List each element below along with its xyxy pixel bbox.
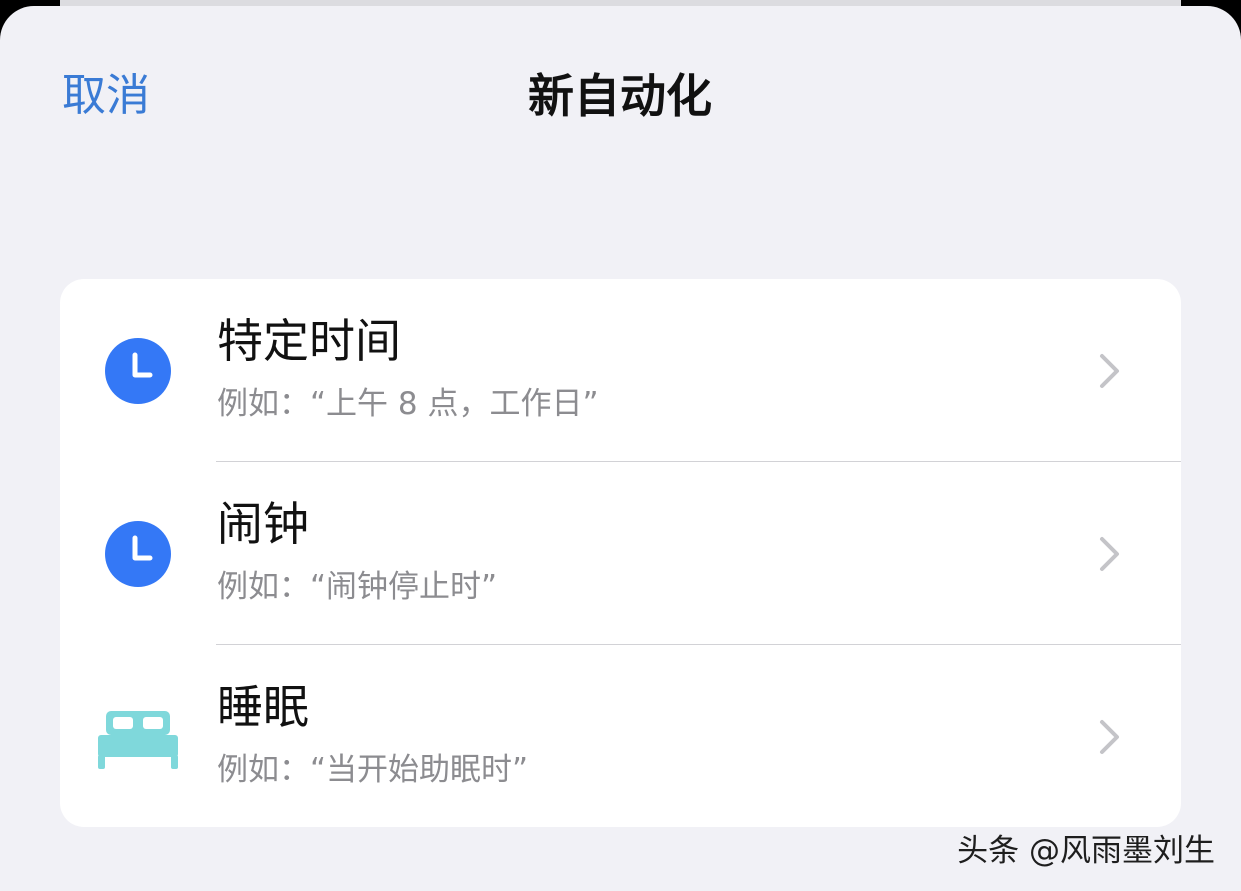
bed-icon bbox=[98, 711, 178, 769]
screen: 取消 新自动化 特定时间 例如：“上午 8 点，工作日” 闹钟 例如：“闹钟停止… bbox=[0, 0, 1241, 891]
list-item-title: 睡眠 bbox=[217, 680, 309, 734]
watermark: 头条 @风雨墨刘生 bbox=[957, 833, 1215, 869]
list-item-subtitle: 例如：“上午 8 点，工作日” bbox=[217, 386, 599, 422]
list-item-title: 特定时间 bbox=[217, 314, 401, 368]
clock-icon bbox=[105, 338, 171, 404]
list-item-subtitle: 例如：“当开始助眠时” bbox=[217, 752, 529, 788]
list-item-sleep[interactable]: 睡眠 例如：“当开始助眠时” bbox=[60, 645, 1181, 827]
trigger-list: 特定时间 例如：“上午 8 点，工作日” 闹钟 例如：“闹钟停止时” 睡眠 例如… bbox=[60, 279, 1181, 827]
list-item-alarm[interactable]: 闹钟 例如：“闹钟停止时” bbox=[60, 462, 1181, 644]
list-item-subtitle: 例如：“闹钟停止时” bbox=[217, 569, 498, 605]
page-title: 新自动化 bbox=[528, 69, 712, 123]
cancel-button[interactable]: 取消 bbox=[62, 64, 150, 128]
chevron-right-icon bbox=[1100, 720, 1119, 754]
chevron-right-icon bbox=[1100, 354, 1119, 388]
list-item-title: 闹钟 bbox=[217, 497, 309, 551]
clock-icon bbox=[105, 521, 171, 587]
chevron-right-icon bbox=[1100, 537, 1119, 571]
list-item-specific-time[interactable]: 特定时间 例如：“上午 8 点，工作日” bbox=[60, 279, 1181, 461]
